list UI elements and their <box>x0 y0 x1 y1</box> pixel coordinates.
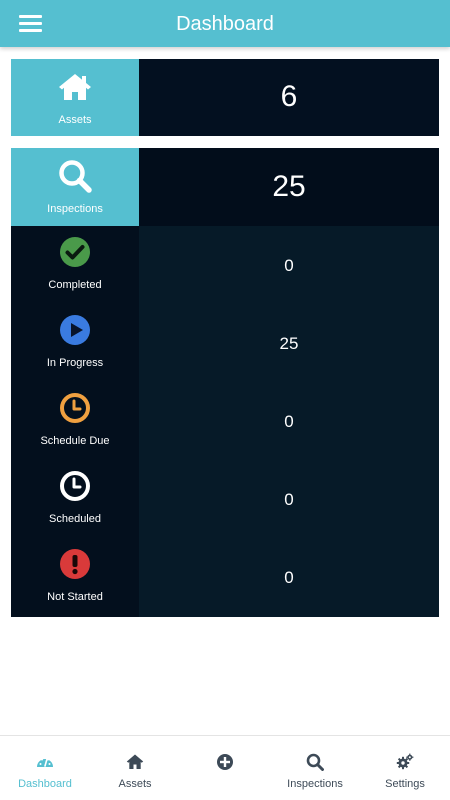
status-row-schedule-due[interactable]: Schedule Due 0 <box>11 382 439 460</box>
clock-icon <box>60 471 90 501</box>
inspections-count: 25 <box>272 170 306 203</box>
inspections-tile[interactable]: Inspections <box>11 148 139 226</box>
assets-card[interactable]: Assets 6 <box>11 59 439 136</box>
nav-inspections[interactable]: Inspections <box>270 736 360 800</box>
assets-count: 6 <box>280 80 298 113</box>
nav-assets[interactable]: Assets <box>90 736 180 800</box>
house-icon <box>126 754 144 769</box>
magnifier-icon <box>59 160 92 193</box>
inspections-card: Inspections 25 Completed 0 In Progress 2… <box>11 148 439 617</box>
status-row-scheduled[interactable]: Scheduled 0 <box>11 460 439 538</box>
status-label: Completed <box>48 279 102 291</box>
exclamation-circle-icon <box>60 549 90 579</box>
status-label: Scheduled <box>49 513 101 525</box>
gears-icon <box>396 753 414 770</box>
app-header: Dashboard <box>0 0 450 47</box>
status-label: Schedule Due <box>40 435 110 447</box>
speedometer-icon <box>37 758 53 767</box>
bottom-nav: Dashboard Assets Inspections Settings <box>0 735 450 800</box>
plus-circle-icon <box>217 754 233 770</box>
nav-label: Settings <box>385 778 425 790</box>
status-label: In Progress <box>46 357 104 369</box>
assets-tile[interactable]: Assets <box>11 59 139 136</box>
status-count: 0 <box>284 412 294 431</box>
assets-label: Assets <box>58 114 92 126</box>
inspections-label: Inspections <box>47 203 103 215</box>
status-row-completed[interactable]: Completed 0 <box>11 226 439 304</box>
status-row-in-progress[interactable]: In Progress 25 <box>11 304 439 382</box>
check-circle-icon <box>60 237 90 267</box>
nav-label: Inspections <box>287 778 343 790</box>
nav-label: Dashboard <box>18 778 72 790</box>
status-count: 0 <box>284 568 294 587</box>
play-circle-icon <box>60 315 90 345</box>
status-count: 0 <box>284 490 294 509</box>
nav-add[interactable] <box>180 736 270 800</box>
status-count: 25 <box>279 334 299 353</box>
nav-dashboard[interactable]: Dashboard <box>0 736 90 800</box>
page-title: Dashboard <box>176 13 274 35</box>
status-label: Not Started <box>47 591 103 603</box>
magnifier-icon <box>306 753 324 771</box>
clock-icon <box>60 393 90 423</box>
house-icon <box>59 74 91 100</box>
status-row-not-started[interactable]: Not Started 0 <box>11 538 439 616</box>
nav-label: Assets <box>118 778 152 790</box>
status-count: 0 <box>284 256 294 275</box>
nav-settings[interactable]: Settings <box>360 736 450 800</box>
